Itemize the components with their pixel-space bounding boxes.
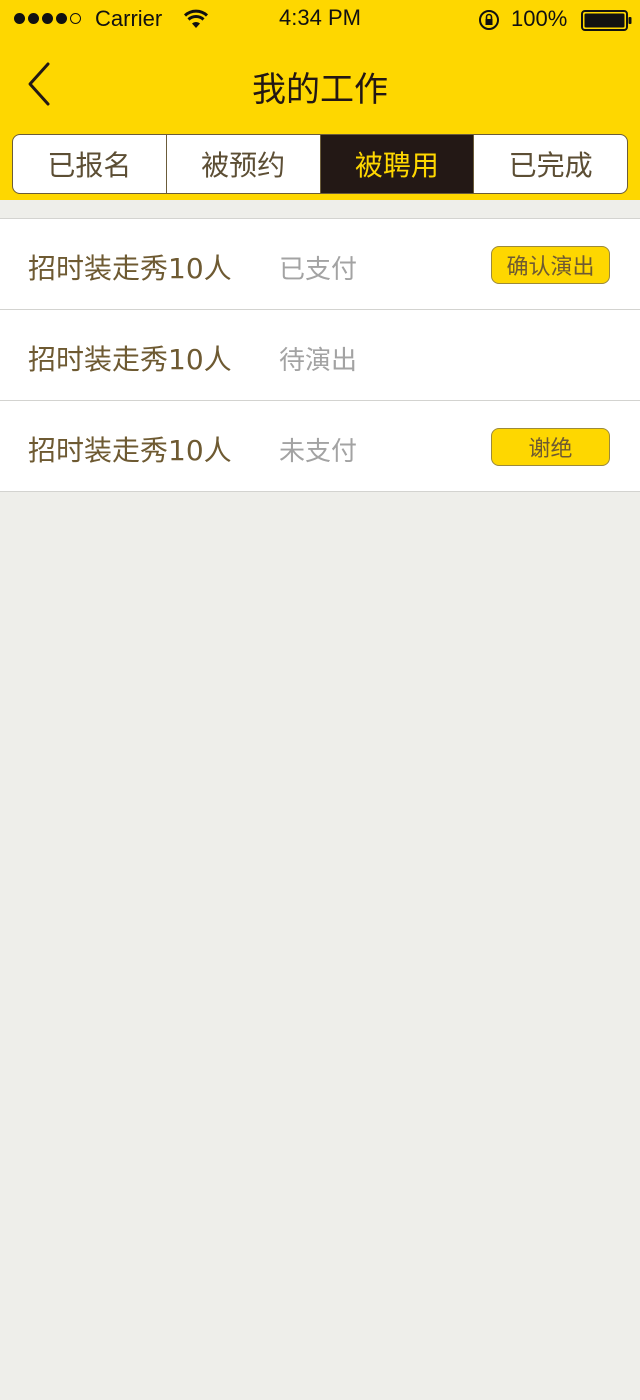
- job-list: 招时装走秀10人 已支付 确认演出 招时装走秀10人 待演出 招时装走秀10人 …: [0, 218, 640, 492]
- status-bar: Carrier 4:34 PM 100%: [0, 0, 640, 40]
- navigation-bar: 我的工作: [0, 40, 640, 128]
- job-title: 招时装走秀10人: [28, 343, 232, 376]
- list-item: 招时装走秀10人 未支付 谢绝: [0, 401, 640, 492]
- rotation-lock-icon: [479, 10, 499, 30]
- page-title: 我的工作: [252, 70, 388, 110]
- battery-percentage: 100%: [511, 6, 568, 31]
- job-title: 招时装走秀10人: [28, 434, 232, 467]
- battery-icon: [581, 10, 632, 31]
- job-status: 未支付: [279, 437, 358, 467]
- decline-button[interactable]: 谢绝: [491, 428, 610, 466]
- header: Carrier 4:34 PM 100% 我的工作 已报名 被预约 被聘用 已完…: [0, 0, 640, 200]
- job-status: 待演出: [279, 346, 358, 376]
- tab-completed[interactable]: 已完成: [474, 135, 627, 193]
- tab-hired[interactable]: 被聘用: [320, 135, 475, 193]
- confirm-performance-button[interactable]: 确认演出: [491, 246, 610, 284]
- job-status: 已支付: [279, 255, 358, 285]
- tab-booked[interactable]: 被预约: [167, 135, 321, 193]
- list-item: 招时装走秀10人 已支付 确认演出: [0, 219, 640, 310]
- segmented-control: 已报名 被预约 被聘用 已完成: [12, 134, 628, 194]
- list-item: 招时装走秀10人 待演出: [0, 310, 640, 401]
- job-title: 招时装走秀10人: [28, 252, 232, 285]
- tab-signed-up[interactable]: 已报名: [13, 135, 167, 193]
